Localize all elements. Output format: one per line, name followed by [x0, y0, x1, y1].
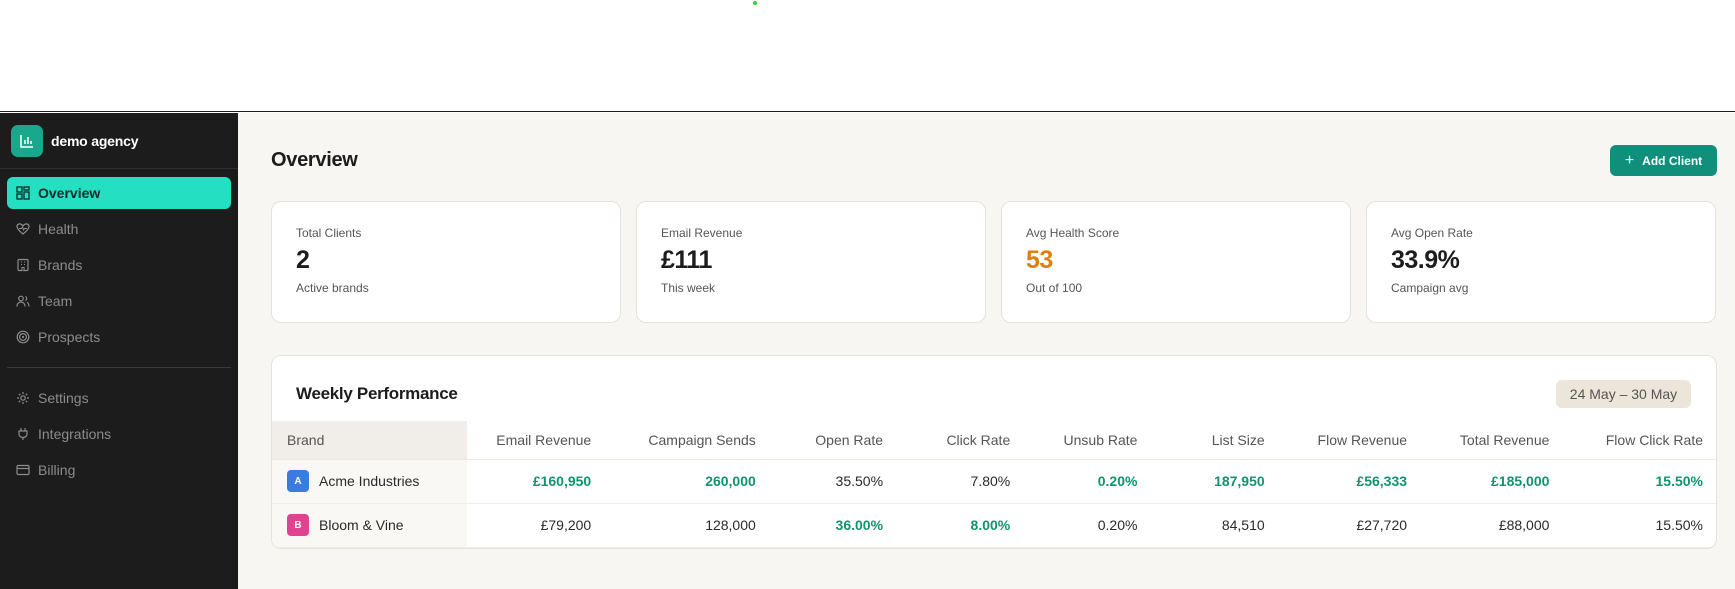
- sidebar: demo agency Overview Health Brands Team …: [0, 113, 238, 589]
- stat-label: Avg Health Score: [1026, 226, 1120, 240]
- table-cell: 8.00%: [898, 503, 1026, 548]
- brand-cell-content: A Acme Industries: [287, 470, 452, 492]
- page-title: Overview: [271, 149, 358, 171]
- sidebar-item-settings[interactable]: Settings: [7, 382, 231, 414]
- sidebar-item-label: Billing: [38, 462, 76, 478]
- sidebar-item-brands[interactable]: Brands: [7, 249, 231, 281]
- stat-label: Total Clients: [296, 226, 362, 240]
- table-cell: 260,000: [606, 459, 771, 504]
- table-cell: 128,000: [606, 503, 771, 548]
- brand-name: Bloom & Vine: [319, 517, 404, 533]
- stat-card-avg-health-score: Avg Health Score 53 Out of 100: [1001, 201, 1351, 323]
- sidebar-item-team[interactable]: Team: [7, 285, 231, 317]
- top-blank-area: [0, 0, 1735, 112]
- table-cell: £79,200: [466, 503, 607, 548]
- sidebar-divider: [7, 367, 231, 368]
- sidebar-item-label: Overview: [38, 185, 101, 201]
- brand-avatar: A: [287, 470, 309, 492]
- sidebar-item-prospects[interactable]: Prospects: [7, 321, 231, 353]
- table-cell: 84,510: [1152, 503, 1280, 548]
- main-content: Overview + Add Client Total Clients 2 Ac…: [238, 113, 1735, 589]
- stat-subtext: Campaign avg: [1391, 281, 1469, 295]
- sidebar-item-label: Settings: [38, 390, 89, 406]
- table-cell: 187,950: [1152, 459, 1280, 504]
- column-header-flow-revenue[interactable]: Flow Revenue: [1279, 421, 1423, 460]
- table-cell: £56,333: [1279, 459, 1423, 504]
- column-header-email-revenue[interactable]: Email Revenue: [466, 421, 607, 460]
- brand-avatar: B: [287, 514, 309, 536]
- credit-card-icon: [16, 463, 30, 477]
- performance-table: Brand Email Revenue Campaign Sends Open …: [272, 421, 1716, 548]
- stat-value: £111: [661, 246, 712, 274]
- indicator-dot: [753, 1, 757, 5]
- table-cell: 36.00%: [770, 503, 899, 548]
- gear-icon: [16, 391, 30, 405]
- add-client-label: Add Client: [1642, 153, 1703, 168]
- table-row[interactable]: A Acme Industries £160,950 260,000 35.50% 7.8…: [272, 459, 1716, 504]
- table-cell: 0.20%: [1025, 459, 1153, 504]
- stat-card-email-revenue: Email Revenue £111 This week: [636, 201, 986, 323]
- stat-subtext: Active brands: [296, 281, 369, 295]
- date-range-badge[interactable]: 24 May – 30 May: [1556, 380, 1691, 408]
- sidebar-nav: Overview Health Brands Team Prospects Se…: [0, 169, 238, 486]
- users-icon: [16, 294, 30, 308]
- table-cell: £88,000: [1422, 503, 1565, 548]
- agency-name: demo agency: [51, 132, 139, 149]
- brand-cell-content: B Bloom & Vine: [287, 514, 452, 536]
- column-header-open-rate[interactable]: Open Rate: [770, 421, 899, 460]
- sidebar-item-label: Team: [38, 293, 73, 309]
- stat-label: Email Revenue: [661, 226, 743, 240]
- column-header-brand[interactable]: Brand: [272, 421, 467, 460]
- sidebar-item-integrations[interactable]: Integrations: [7, 418, 231, 450]
- section-title: Weekly Performance: [296, 384, 458, 403]
- sidebar-item-overview[interactable]: Overview: [7, 177, 231, 209]
- stat-card-avg-open-rate: Avg Open Rate 33.9% Campaign avg: [1366, 201, 1716, 323]
- brand-name: Acme Industries: [319, 473, 420, 489]
- weekly-performance-card: Weekly Performance 24 May – 30 May Brand…: [271, 355, 1717, 549]
- stat-value: 33.9%: [1391, 246, 1460, 274]
- sidebar-item-health[interactable]: Health: [7, 213, 231, 245]
- brand-cell[interactable]: A Acme Industries: [272, 459, 467, 504]
- table-cell: £27,720: [1279, 503, 1423, 548]
- table-cell: 35.50%: [770, 459, 899, 504]
- column-header-total-revenue[interactable]: Total Revenue: [1422, 421, 1565, 460]
- stat-label: Avg Open Rate: [1391, 226, 1473, 240]
- table-header-row: Brand Email Revenue Campaign Sends Open …: [272, 421, 1716, 460]
- sidebar-item-billing[interactable]: Billing: [7, 454, 231, 486]
- table-cell: 15.50%: [1564, 459, 1716, 504]
- building-icon: [16, 258, 30, 272]
- stat-value: 2: [296, 246, 310, 274]
- plug-icon: [16, 427, 30, 441]
- sidebar-item-label: Health: [38, 221, 79, 237]
- stat-card-total-clients: Total Clients 2 Active brands: [271, 201, 621, 323]
- column-header-flow-click-rate[interactable]: Flow Click Rate: [1564, 421, 1716, 460]
- column-header-click-rate[interactable]: Click Rate: [898, 421, 1026, 460]
- column-header-unsub-rate[interactable]: Unsub Rate: [1025, 421, 1153, 460]
- sidebar-item-label: Integrations: [38, 426, 112, 442]
- column-header-list-size[interactable]: List Size: [1152, 421, 1280, 460]
- brand-cell[interactable]: B Bloom & Vine: [272, 503, 467, 548]
- table-cell: £160,950: [466, 459, 607, 504]
- plus-icon: +: [1624, 151, 1635, 169]
- table-cell: 15.50%: [1564, 503, 1716, 548]
- column-header-campaign-sends[interactable]: Campaign Sends: [606, 421, 771, 460]
- agency-header[interactable]: demo agency: [0, 113, 238, 169]
- table-cell: 0.20%: [1025, 503, 1153, 548]
- target-icon: [16, 330, 30, 344]
- sidebar-item-label: Prospects: [38, 329, 101, 345]
- stat-subtext: Out of 100: [1026, 281, 1083, 295]
- add-client-button[interactable]: + Add Client: [1610, 145, 1717, 176]
- heart-pulse-icon: [16, 222, 30, 236]
- table-cell: 7.80%: [898, 459, 1026, 504]
- table-cell: £185,000: [1422, 459, 1565, 504]
- stat-value: 53: [1026, 246, 1053, 274]
- stat-subtext: This week: [661, 281, 716, 295]
- sidebar-item-label: Brands: [38, 257, 83, 273]
- bar-chart-logo-icon: [11, 124, 43, 157]
- grid-icon: [16, 186, 30, 200]
- table-row[interactable]: B Bloom & Vine £79,200 128,000 36.00% 8.00% 0.…: [272, 503, 1716, 548]
